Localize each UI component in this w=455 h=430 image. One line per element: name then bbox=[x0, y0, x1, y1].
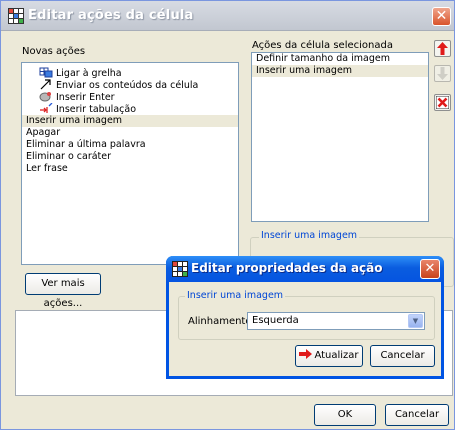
move-down-button[interactable] bbox=[434, 65, 451, 82]
enter-key-icon bbox=[39, 92, 51, 102]
dialog-cancel-button-label: Cancelar bbox=[380, 350, 425, 361]
cancel-button[interactable]: Cancelar bbox=[385, 404, 449, 426]
new-actions-list[interactable]: Ligar à grelha Enviar os conteúdos da cé… bbox=[21, 62, 239, 265]
list-item-label: Eliminar a última palavra bbox=[26, 139, 146, 150]
list-item[interactable]: Enviar os conteúdos da célula bbox=[22, 79, 238, 91]
grid-app-icon bbox=[8, 8, 24, 24]
alignment-select[interactable]: Esquerda ▼ bbox=[247, 312, 425, 330]
list-item-label: Ligar à grelha bbox=[56, 68, 122, 79]
list-item-label: Inserir Enter bbox=[56, 92, 115, 103]
tab-key-icon bbox=[40, 103, 53, 113]
update-button-label: Atualizar bbox=[314, 350, 359, 361]
window-close-button[interactable]: ✕ bbox=[432, 7, 451, 26]
cell-actions-list[interactable]: Definir tamanho da imagem Inserir uma im… bbox=[251, 52, 429, 222]
window-title: Editar ações da célula bbox=[28, 8, 194, 23]
arrow-up-icon bbox=[437, 42, 448, 55]
dialog-titlebar[interactable]: Editar propriedades da ação ✕ bbox=[166, 256, 444, 282]
list-item[interactable]: Inserir tabulação bbox=[22, 103, 238, 115]
send-arrow-icon bbox=[40, 79, 51, 90]
list-item-label: Inserir uma imagem bbox=[256, 65, 353, 76]
list-item-label: Ler frase bbox=[26, 163, 68, 174]
list-item-label: Inserir tabulação bbox=[56, 104, 137, 115]
chevron-down-icon[interactable]: ▼ bbox=[408, 314, 423, 328]
ok-button[interactable]: OK bbox=[314, 404, 376, 426]
list-item[interactable]: Inserir Enter bbox=[22, 91, 238, 103]
close-icon: ✕ bbox=[424, 261, 436, 276]
alignment-label: Alinhamento bbox=[188, 316, 252, 327]
list-item[interactable]: Inserir uma imagem bbox=[22, 115, 238, 127]
grid-link-icon bbox=[39, 67, 53, 78]
delete-action-button[interactable] bbox=[434, 94, 451, 111]
list-item[interactable]: Definir tamanho da imagem bbox=[252, 53, 428, 65]
list-item[interactable]: Eliminar o caráter bbox=[22, 151, 238, 163]
dialog-title: Editar propriedades da ação bbox=[191, 261, 383, 275]
arrow-down-icon bbox=[437, 67, 448, 80]
list-item[interactable]: Ler frase bbox=[22, 163, 238, 175]
move-up-button[interactable] bbox=[434, 40, 451, 57]
list-item-label: Eliminar o caráter bbox=[26, 151, 112, 162]
alignment-select-value: Esquerda bbox=[252, 315, 299, 326]
delete-x-icon bbox=[435, 95, 450, 110]
action-properties-group-label: Inserir uma imagem bbox=[259, 230, 360, 241]
list-item[interactable]: Eliminar a última palavra bbox=[22, 139, 238, 151]
grid-app-icon bbox=[172, 261, 188, 277]
edit-action-properties-dialog: Editar propriedades da ação ✕ Inserir um… bbox=[166, 256, 444, 379]
more-actions-button-label: Ver mais ações... bbox=[41, 278, 85, 309]
list-item-label: Enviar os conteúdos da célula bbox=[56, 80, 199, 91]
list-item-label: Inserir uma imagem bbox=[26, 115, 123, 126]
more-actions-button[interactable]: Ver mais ações... bbox=[25, 273, 101, 309]
list-item-label: Apagar bbox=[26, 127, 61, 138]
dialog-cancel-button[interactable]: Cancelar bbox=[370, 345, 435, 367]
dialog-close-button[interactable]: ✕ bbox=[420, 259, 440, 279]
cancel-button-label: Cancelar bbox=[394, 409, 440, 420]
new-actions-label: Novas ações bbox=[22, 46, 86, 57]
list-item-label: Definir tamanho da imagem bbox=[256, 53, 390, 64]
window-titlebar[interactable]: Editar ações da célula ✕ bbox=[1, 1, 454, 31]
update-button[interactable]: Atualizar bbox=[295, 345, 363, 367]
list-item[interactable]: Inserir uma imagem bbox=[252, 65, 428, 77]
list-item[interactable]: Apagar bbox=[22, 127, 238, 139]
cell-actions-label: Ações da célula selecionada bbox=[252, 40, 393, 51]
close-icon: ✕ bbox=[435, 8, 448, 24]
arrow-right-icon bbox=[299, 349, 313, 359]
image-options-group-label: Inserir uma imagem bbox=[185, 290, 286, 301]
ok-button-label: OK bbox=[337, 409, 353, 420]
list-item[interactable]: Ligar à grelha bbox=[22, 67, 238, 79]
